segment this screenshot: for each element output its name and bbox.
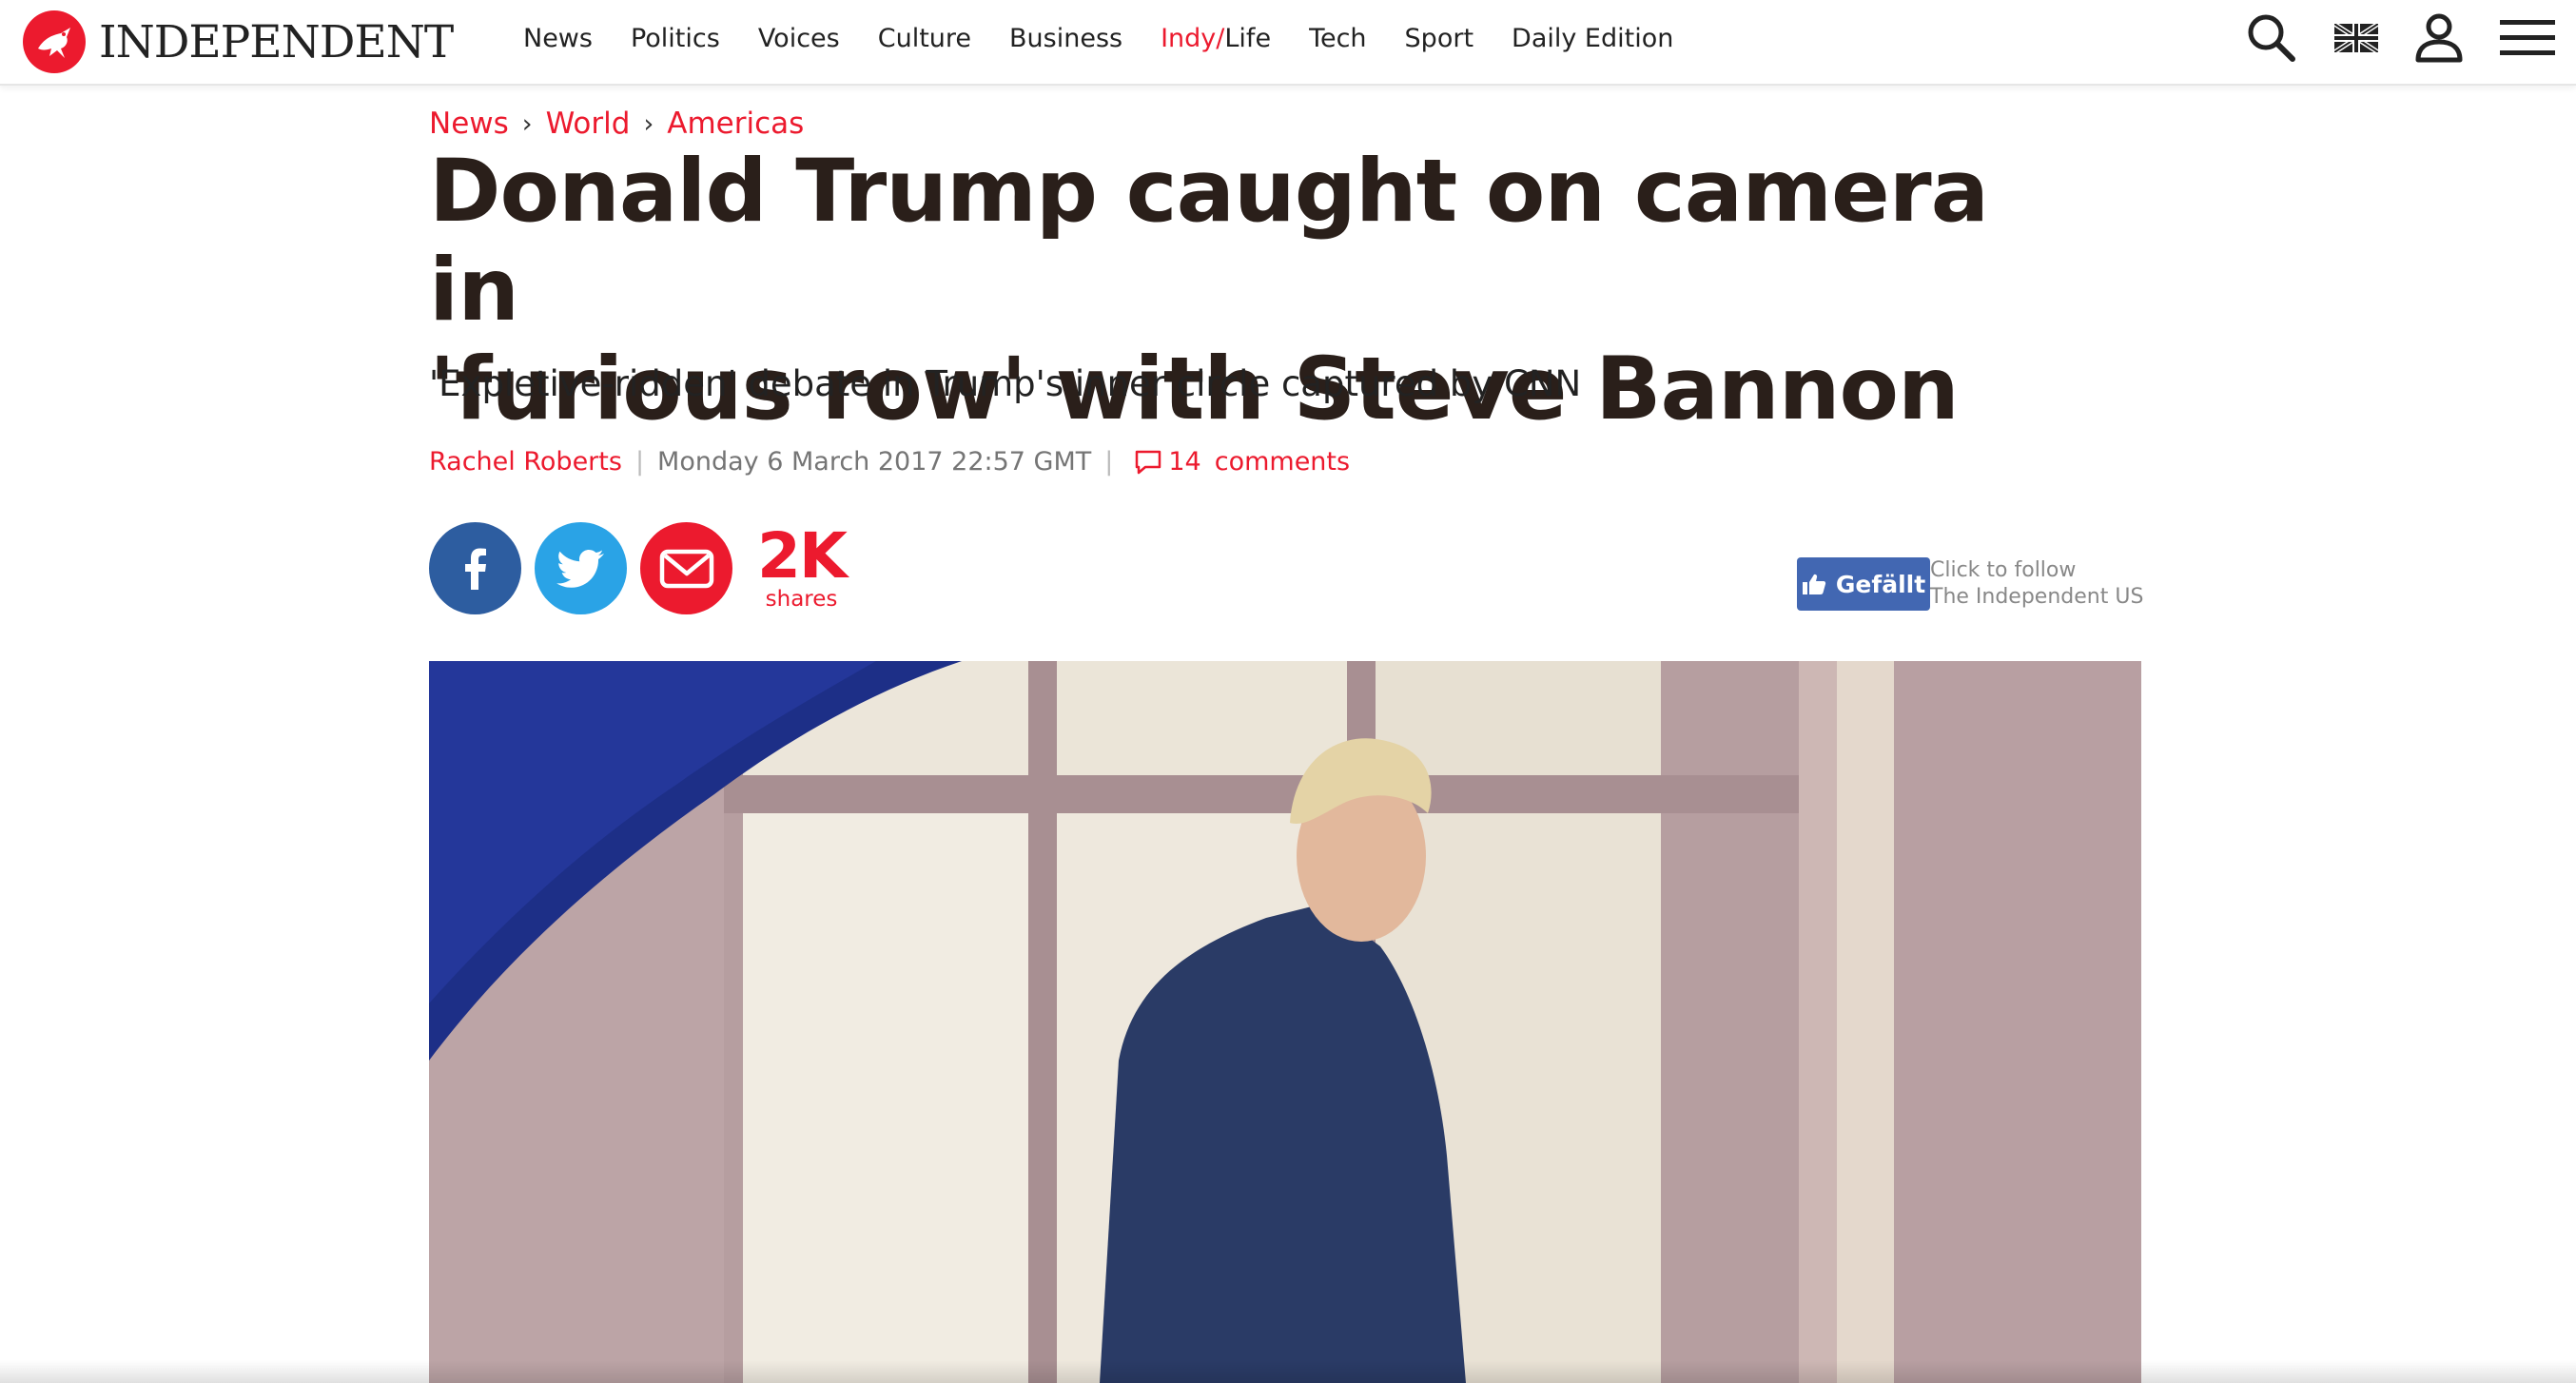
share-count: 2K shares <box>757 518 848 612</box>
header-tools <box>2209 0 2555 76</box>
share-bar: 2K shares <box>429 518 848 614</box>
main-nav: News Politics Voices Culture Business In… <box>523 0 1711 76</box>
article-hero-image <box>429 661 2141 1383</box>
search-icon[interactable] <box>2245 11 2298 65</box>
publish-date: Monday 6 March 2017 22:57 GMT <box>657 447 1092 477</box>
meta-divider: | <box>1104 447 1114 477</box>
thumbs-up-icon <box>1802 574 1825 594</box>
comment-bubble-icon <box>1136 450 1161 474</box>
share-count-label: shares <box>765 586 838 612</box>
twitter-icon <box>556 549 604 588</box>
nav-indy-prefix: Indy/ <box>1161 23 1225 53</box>
site-logo[interactable]: INDEPENDENT <box>23 10 454 74</box>
uk-flag-icon[interactable] <box>2334 24 2378 52</box>
account-icon[interactable] <box>2414 12 2464 64</box>
breadcrumb-americas[interactable]: Americas <box>667 107 804 141</box>
article-meta: Rachel Roberts | Monday 6 March 2017 22:… <box>429 447 1350 477</box>
site-header: INDEPENDENT News Politics Voices Culture… <box>0 0 2576 86</box>
meta-divider: | <box>634 447 645 477</box>
facebook-like-button[interactable]: Gefällt <box>1797 557 1930 611</box>
comments-label: comments <box>1214 447 1351 477</box>
facebook-follow-text: Click to follow The Independent US <box>1930 557 2143 611</box>
nav-life-suffix: Life <box>1224 23 1272 53</box>
chevron-right-icon: › <box>521 108 533 139</box>
comments-count: 14 <box>1168 447 1201 477</box>
breadcrumb-news[interactable]: News <box>429 107 509 141</box>
chevron-right-icon: › <box>643 108 654 139</box>
nav-item-daily-edition[interactable]: Daily Edition <box>1512 24 1673 53</box>
facebook-like-label: Gefällt <box>1835 570 1926 598</box>
menu-icon[interactable] <box>2500 18 2555 58</box>
facebook-follow-widget: Gefällt Click to follow The Independent … <box>1797 557 2143 611</box>
follow-line-2: The Independent US <box>1930 585 2144 609</box>
twitter-share-button[interactable] <box>535 522 627 614</box>
logo-wordmark: INDEPENDENT <box>99 15 454 68</box>
nav-item-indy-life[interactable]: Indy/Life <box>1161 24 1271 53</box>
nav-item-voices[interactable]: Voices <box>758 24 840 53</box>
article-standfirst: 'Expletive-ridden' debate in Trump's inn… <box>429 363 1582 404</box>
nav-item-culture[interactable]: Culture <box>878 24 971 53</box>
share-count-number: 2K <box>757 518 848 593</box>
headline-line-1: Donald Trump caught on camera in <box>429 142 1989 341</box>
nav-item-business[interactable]: Business <box>1009 24 1122 53</box>
nav-item-politics[interactable]: Politics <box>631 24 720 53</box>
eagle-logo-icon <box>23 10 86 73</box>
nav-item-news[interactable]: News <box>523 24 593 53</box>
facebook-share-button[interactable] <box>429 522 521 614</box>
breadcrumb-world[interactable]: World <box>546 107 631 141</box>
breadcrumb: News › World › Americas <box>429 107 804 141</box>
email-icon <box>659 549 713 588</box>
nav-item-tech[interactable]: Tech <box>1309 24 1366 53</box>
follow-line-1: Click to follow <box>1930 558 2077 582</box>
author-link[interactable]: Rachel Roberts <box>429 447 622 477</box>
facebook-icon <box>464 548 486 590</box>
comments-link[interactable]: 14 comments <box>1134 447 1350 477</box>
email-share-button[interactable] <box>640 522 732 614</box>
nav-item-sport[interactable]: Sport <box>1405 24 1473 53</box>
